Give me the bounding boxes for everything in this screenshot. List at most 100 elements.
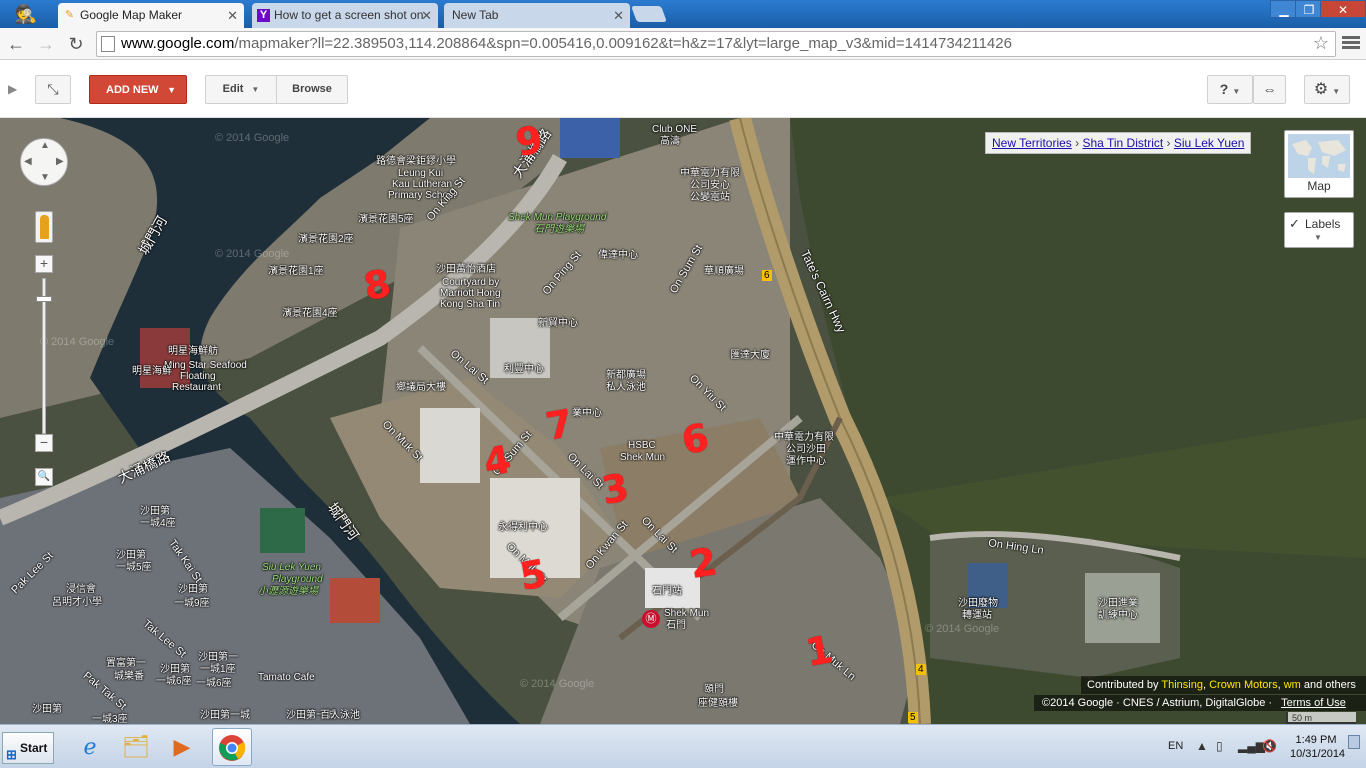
tab-close-icon[interactable]: ✕ <box>227 3 238 28</box>
map-label[interactable]: 城樂番 <box>114 671 144 682</box>
address-bar[interactable]: www.google.com/mapmaker?ll=22.389503,114… <box>96 31 1336 57</box>
map-label[interactable]: Kong Sha Tin <box>440 299 500 310</box>
pan-right-icon[interactable]: ▶ <box>56 156 64 167</box>
map-label[interactable]: 浸信會 <box>66 584 96 595</box>
map-label[interactable]: 百人泳池 <box>320 710 360 721</box>
map-label[interactable]: 沙田第 <box>178 584 208 595</box>
tray-expand-icon[interactable]: ▲ <box>1196 739 1208 753</box>
satellite-map[interactable]: © 2014 Google © 2014 Google © 2014 Googl… <box>0 118 1366 724</box>
breadcrumb-link[interactable]: New Territories <box>992 136 1072 150</box>
tab-how-to-screenshot[interactable]: Y How to get a screen shot on ✕ <box>252 3 438 28</box>
map-label[interactable]: 鄉議局大樓 <box>396 382 446 393</box>
pan-down-icon[interactable]: ▼ <box>40 172 50 183</box>
map-label[interactable]: 一城6座 <box>196 678 232 689</box>
map-label[interactable]: 公變電站 <box>690 192 730 203</box>
map-label[interactable]: 轉運站 <box>962 610 992 621</box>
tab-close-icon[interactable]: ✕ <box>613 3 624 28</box>
map-label[interactable]: Leung Kui <box>398 168 443 179</box>
map-label[interactable]: 置富第一 <box>106 658 146 669</box>
bookmark-star-icon[interactable]: ☆ <box>1313 33 1329 54</box>
file-explorer-icon[interactable]: 🗂 <box>116 728 156 766</box>
map-label[interactable]: 明星海鮮 <box>132 366 172 377</box>
map-label[interactable]: 一城9座 <box>174 598 210 609</box>
pan-control[interactable]: ▲ ▼ ◀ ▶ <box>20 138 68 186</box>
map-label[interactable]: 沙田進業 <box>1098 598 1138 609</box>
map-label[interactable]: 座健頤樓 <box>698 698 738 709</box>
labels-toggle[interactable]: ✓ Labels ▼ <box>1284 212 1354 248</box>
start-button[interactable]: ⊞ Start <box>2 732 54 764</box>
map-label[interactable]: 沙田第一城 <box>200 710 250 721</box>
map-label[interactable]: 沙田第 <box>32 704 62 715</box>
map-label[interactable]: 沙田第 <box>116 550 146 561</box>
zoom-slider-handle[interactable] <box>36 296 52 302</box>
tab-new-tab[interactable]: New Tab ✕ <box>444 3 630 28</box>
map-label[interactable]: 一城3座 <box>92 714 128 724</box>
map-label[interactable]: 明星海鮮舫 <box>168 346 218 357</box>
contributor-link[interactable]: Thinsing <box>1161 679 1203 691</box>
street-view-pegman-icon[interactable] <box>35 211 53 243</box>
map-label[interactable]: Shek Mun <box>664 608 709 619</box>
map-label[interactable]: 新貿中心 <box>538 318 578 329</box>
link-button[interactable]: ⇔ <box>1253 75 1286 104</box>
map-label[interactable]: 沙田第 <box>160 664 190 675</box>
edit-button[interactable]: Edit ▼ <box>205 75 277 104</box>
map-label[interactable]: Courtyard by <box>442 277 499 288</box>
url-text[interactable]: www.google.com/mapmaker?ll=22.389503,114… <box>121 35 1012 52</box>
forward-arrow-icon[interactable]: → <box>34 32 58 56</box>
map-label[interactable]: 業中心 <box>572 408 602 419</box>
map-label[interactable]: Shek Mun Playground <box>508 212 606 223</box>
minimize-button[interactable]: ▁ <box>1270 0 1298 18</box>
contributor-link[interactable]: wm <box>1284 679 1301 691</box>
map-label[interactable]: 運作中心 <box>786 456 826 467</box>
map-label[interactable]: 一城4座 <box>140 518 176 529</box>
map-label[interactable]: 石門站 <box>652 586 682 597</box>
map-label[interactable]: 公司安心 <box>690 180 730 191</box>
map-label[interactable]: 華順廣場 <box>704 266 744 277</box>
map-label[interactable]: Playground <box>272 574 323 585</box>
map-label[interactable]: Restaurant <box>172 382 221 393</box>
media-player-icon[interactable]: ▶ <box>162 728 202 766</box>
map-label[interactable]: Siu Lek Yuen <box>262 562 321 573</box>
map-label[interactable]: 沙田第一 <box>198 652 238 663</box>
map-label[interactable]: Club ONE <box>652 124 697 135</box>
contributor-link[interactable]: Crown Motors <box>1209 679 1277 691</box>
volume-muted-icon[interactable]: 🔇 <box>1262 739 1277 753</box>
map-label[interactable]: 石門遊樂場 <box>534 224 584 235</box>
map-label[interactable]: 新都廣場 <box>606 370 646 381</box>
map-label[interactable]: 匯達大廈 <box>730 350 770 361</box>
chrome-taskbar-icon[interactable] <box>212 728 252 766</box>
internet-explorer-icon[interactable]: ℯ <box>70 728 110 766</box>
map-label[interactable]: Kau Lutheran <box>392 179 452 190</box>
pan-left-icon[interactable]: ◀ <box>24 156 32 167</box>
reload-icon[interactable]: ↻ <box>64 32 88 56</box>
notification-flag-icon[interactable] <box>1348 735 1360 749</box>
input-language-indicator[interactable]: EN <box>1168 740 1183 752</box>
map-label[interactable]: 一城6座 <box>156 676 192 687</box>
new-tab-button[interactable] <box>631 6 667 22</box>
browse-button[interactable]: Browse <box>276 75 348 104</box>
pan-up-icon[interactable]: ▲ <box>40 140 50 151</box>
map-label[interactable]: 中華電力有限 <box>774 432 834 443</box>
system-clock[interactable]: 1:49 PM 10/31/2014 <box>1290 733 1345 761</box>
close-window-button[interactable]: ✕ <box>1320 0 1366 18</box>
back-arrow-icon[interactable]: ← <box>4 32 28 56</box>
chrome-menu-icon[interactable] <box>1340 34 1362 54</box>
map-type-button[interactable]: Map <box>1284 130 1354 198</box>
terms-of-use-link[interactable]: Terms of Use <box>1281 697 1346 709</box>
map-label[interactable]: 偉達中心 <box>598 250 638 261</box>
map-label[interactable]: Marriott Hong <box>440 288 501 299</box>
breadcrumb-link[interactable]: Siu Lek Yuen <box>1174 136 1245 150</box>
zoom-in-button[interactable]: + <box>35 255 53 273</box>
map-label[interactable]: 濱景花園5座 <box>358 214 414 225</box>
map-label[interactable]: 永得利中心 <box>498 522 548 533</box>
map-label[interactable]: 沙田廢物 <box>958 598 998 609</box>
add-new-button[interactable]: ADD NEW ▼ <box>89 75 187 104</box>
mtr-station-icon[interactable]: Ⓜ <box>642 610 660 628</box>
breadcrumb-link[interactable]: Sha Tin District <box>1083 136 1164 150</box>
map-label[interactable]: 石門 <box>666 620 686 631</box>
network-signal-icon[interactable]: ▂▄▆ <box>1238 739 1265 753</box>
map-label[interactable]: Floating <box>180 371 216 382</box>
map-label[interactable]: 濱景花園4座 <box>282 308 338 319</box>
map-label[interactable]: 利豐中心 <box>504 364 544 375</box>
map-label[interactable]: 沙田第 <box>140 506 170 517</box>
